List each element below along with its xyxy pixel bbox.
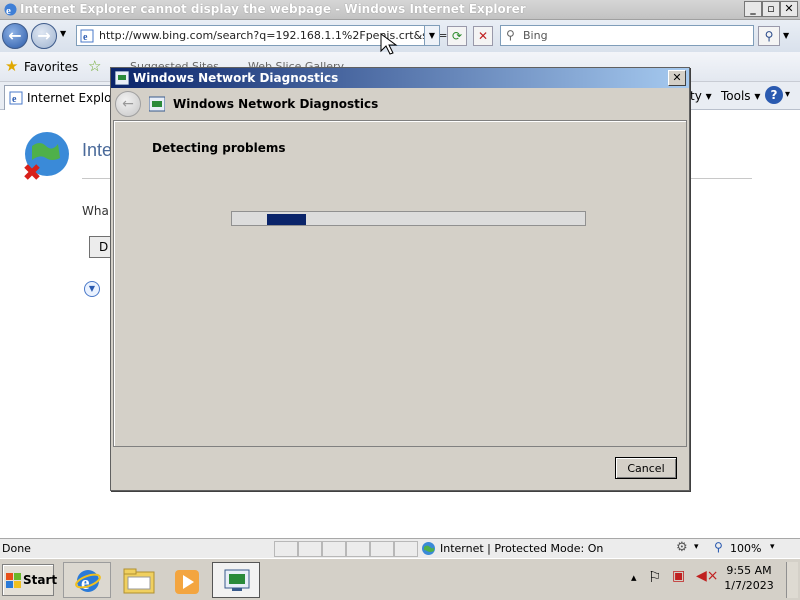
add-favorites-icon[interactable]: ☆ xyxy=(88,57,101,75)
network-diagnostics-icon xyxy=(115,71,129,85)
system-clock[interactable]: 9:55 AM 1/7/2023 xyxy=(714,563,784,593)
media-player-icon xyxy=(175,570,199,594)
progress-bar xyxy=(231,211,586,226)
security-zone-text: Internet | Protected Mode: On xyxy=(440,542,604,555)
show-desktop-button[interactable] xyxy=(786,562,798,598)
favorites-button[interactable]: Favorites xyxy=(24,60,78,74)
search-placeholder: Bing xyxy=(523,29,548,42)
dialog-header: ← Windows Network Diagnostics xyxy=(111,88,689,120)
stop-icon[interactable]: ✕ xyxy=(473,26,493,46)
cancel-button[interactable]: Cancel xyxy=(615,457,677,479)
detecting-problems-label: Detecting problems xyxy=(152,141,286,155)
back-arrow-icon[interactable]: ← xyxy=(2,23,28,49)
globe-error-icon xyxy=(24,132,69,180)
clock-date: 1/7/2023 xyxy=(724,579,774,592)
zoom-level[interactable]: 100% xyxy=(730,542,761,555)
clock-time: 9:55 AM xyxy=(726,564,772,577)
safety-menu[interactable]: ty ▾ xyxy=(690,89,712,103)
ie-title-bar: e Internet Explorer cannot display the w… xyxy=(0,0,800,20)
network-diagnostics-dialog: Windows Network Diagnostics ✕ ← Windows … xyxy=(110,67,690,491)
protected-mode-icon[interactable]: ⚙ xyxy=(676,540,688,555)
status-cell xyxy=(394,541,418,557)
status-text: Done xyxy=(2,542,31,555)
address-dropdown-icon[interactable]: ▼ xyxy=(424,25,440,46)
tools-menu[interactable]: Tools ▾ xyxy=(721,89,760,103)
taskbar-network-diagnostics-icon[interactable] xyxy=(212,562,260,598)
svg-text:e: e xyxy=(83,32,88,43)
refresh-icon[interactable]: ⟳ xyxy=(447,26,467,46)
svg-text:e: e xyxy=(12,94,17,105)
ie-logo-icon: e xyxy=(4,3,17,17)
help-icon[interactable]: ? xyxy=(765,86,783,104)
dialog-title: Windows Network Diagnostics xyxy=(133,71,339,85)
dialog-header-title: Windows Network Diagnostics xyxy=(173,97,379,111)
page-heading: Inte xyxy=(82,140,113,160)
start-button[interactable]: Start xyxy=(2,564,58,596)
page-icon: e xyxy=(80,29,94,43)
search-options-icon[interactable]: ▼ xyxy=(783,31,789,40)
history-dropdown-icon[interactable]: ▼ xyxy=(60,29,66,38)
more-info-expand-icon[interactable]: ▼ xyxy=(84,281,100,297)
action-center-flag-icon[interactable]: ⚐ xyxy=(648,568,661,586)
tab-page-icon: e xyxy=(9,91,23,105)
diagnose-button-label: D xyxy=(99,240,109,254)
taskbar-media-player-icon[interactable] xyxy=(163,562,211,598)
page-question: Wha xyxy=(82,204,109,218)
protected-mode-dropdown-icon[interactable]: ▾ xyxy=(694,542,699,552)
zoom-icon[interactable]: ⚲ xyxy=(714,540,723,554)
wizard-network-icon xyxy=(149,96,165,112)
folder-icon xyxy=(123,568,155,594)
forward-arrow-icon[interactable]: → xyxy=(31,23,57,49)
windows-logo-icon xyxy=(6,573,21,588)
tab-current[interactable]: e Internet Explorer xyxy=(4,85,128,110)
status-cell xyxy=(274,541,298,557)
dialog-body: Detecting problems xyxy=(113,120,687,447)
maximize-button[interactable]: ▫ xyxy=(762,1,780,17)
dialog-close-button[interactable]: ✕ xyxy=(668,70,686,86)
network-status-icon[interactable]: ▣ xyxy=(672,568,685,584)
favorites-star-icon: ★ xyxy=(5,57,19,75)
search-input[interactable]: ⚲ Bing xyxy=(500,25,754,46)
progress-indicator xyxy=(267,214,306,225)
help-dropdown-icon[interactable]: ▾ xyxy=(785,89,790,100)
zoom-dropdown-icon[interactable]: ▾ xyxy=(770,542,775,552)
internet-zone-icon xyxy=(422,542,435,555)
mouse-cursor-icon xyxy=(380,33,398,55)
ie-taskbar-logo-icon: e xyxy=(75,570,101,594)
status-bar: Done Internet | Protected Mode: On ⚙ ▾ ⚲… xyxy=(0,538,800,558)
status-cell xyxy=(298,541,322,557)
safety-menu-label: ty xyxy=(690,89,702,103)
status-cell xyxy=(322,541,346,557)
show-hidden-icons-icon[interactable]: ▴ xyxy=(631,571,637,584)
bing-search-icon: ⚲ xyxy=(506,28,515,42)
dialog-title-bar: Windows Network Diagnostics ✕ xyxy=(111,68,689,88)
status-cell xyxy=(370,541,394,557)
taskbar-explorer-icon[interactable] xyxy=(114,562,162,598)
minimize-button[interactable]: _ xyxy=(744,1,762,17)
start-label: Start xyxy=(23,573,58,587)
dialog-back-arrow-icon[interactable]: ← xyxy=(115,91,141,117)
window-title: Internet Explorer cannot display the web… xyxy=(20,2,526,16)
svg-text:e: e xyxy=(6,5,11,17)
taskbar-ie-icon[interactable]: e xyxy=(63,562,111,598)
taskbar: Start e ▴ ⚐ ▣ ◀× 9:55 AM 1/7/2023 xyxy=(0,558,800,600)
status-cell xyxy=(346,541,370,557)
close-window-button[interactable]: ✕ xyxy=(780,1,798,17)
tools-menu-label: Tools xyxy=(721,89,751,103)
network-diagnostics-task-icon xyxy=(224,569,250,591)
search-button-icon[interactable]: ⚲ xyxy=(758,26,780,46)
